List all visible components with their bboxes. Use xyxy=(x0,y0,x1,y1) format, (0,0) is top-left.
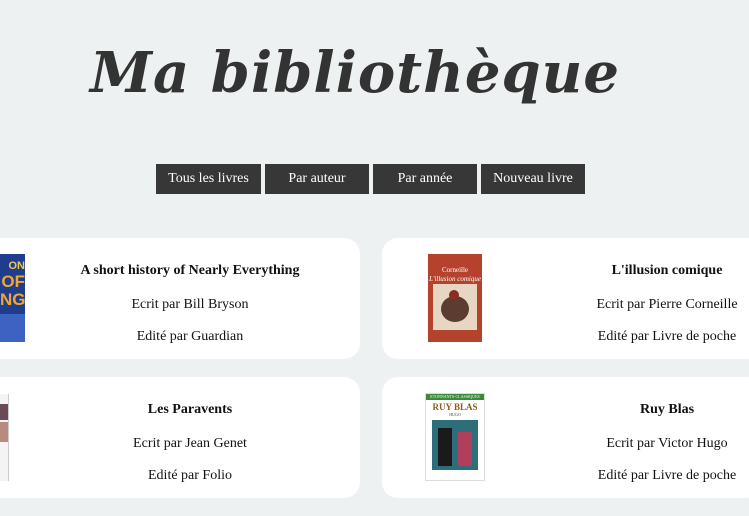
book-title: Les Paravents xyxy=(147,402,233,417)
cover-text: OF xyxy=(1,272,25,291)
book-cover-image: ON OF NG xyxy=(0,254,25,342)
book-info: Ruy Blas Ecrit par Victor Hugo Edité par… xyxy=(562,402,749,484)
cover-text: ETONNANTS·CLASSIQUES xyxy=(426,394,484,400)
nav-new-book-button[interactable]: Nouveau livre xyxy=(481,164,585,194)
book-cover-image: ETONNANTS·CLASSIQUES RUY BLAS HUGO xyxy=(425,393,485,481)
book-author: Ecrit par Victor Hugo xyxy=(606,436,728,451)
nav-by-year-button[interactable]: Par année xyxy=(373,164,477,194)
book-info: L'illusion comique Ecrit par Pierre Corn… xyxy=(562,263,749,345)
nav-all-books-button[interactable]: Tous les livres xyxy=(156,164,261,194)
book-cover-image xyxy=(0,394,9,481)
book-author: Ecrit par Bill Bryson xyxy=(131,297,249,312)
book-author: Ecrit par Jean Genet xyxy=(133,436,247,451)
book-card[interactable]: Corneille L'illusion comique L'illusion … xyxy=(382,238,749,359)
book-author: Ecrit par Pierre Corneille xyxy=(596,297,738,312)
book-title: L'illusion comique xyxy=(611,263,723,278)
book-info: A short history of Nearly Everything Ecr… xyxy=(80,263,300,345)
cover-text: NG xyxy=(0,290,25,309)
cover-text: RUY BLAS xyxy=(432,402,478,412)
book-card[interactable]: ON OF NG A short history of Nearly Every… xyxy=(0,238,360,359)
book-title: A short history of Nearly Everything xyxy=(80,263,300,278)
book-card[interactable]: ETONNANTS·CLASSIQUES RUY BLAS HUGO Ruy B… xyxy=(382,377,749,498)
book-publisher: Edité par Livre de poche xyxy=(597,468,737,483)
book-card[interactable]: Les Paravents Ecrit par Jean Genet Edité… xyxy=(0,377,360,498)
book-publisher: Edité par Folio xyxy=(148,468,232,483)
cover-decoration xyxy=(0,314,25,342)
book-publisher: Edité par Guardian xyxy=(136,329,244,344)
main-nav: Tous les livres Par auteur Par année Nou… xyxy=(156,164,585,194)
cover-illustration xyxy=(433,284,477,330)
book-title: Ruy Blas xyxy=(639,402,695,417)
cover-text: Corneille xyxy=(441,266,469,274)
cover-text: HUGO xyxy=(449,412,461,417)
book-cover-image: Corneille L'illusion comique xyxy=(428,254,482,342)
nav-by-author-button[interactable]: Par auteur xyxy=(265,164,369,194)
cover-illustration xyxy=(432,420,478,470)
page-title: Ma bibliothèque xyxy=(90,40,620,106)
cover-text: L'illusion comique xyxy=(429,275,481,283)
book-publisher: Edité par Livre de poche xyxy=(597,329,737,344)
book-info: Les Paravents Ecrit par Jean Genet Edité… xyxy=(80,402,300,484)
